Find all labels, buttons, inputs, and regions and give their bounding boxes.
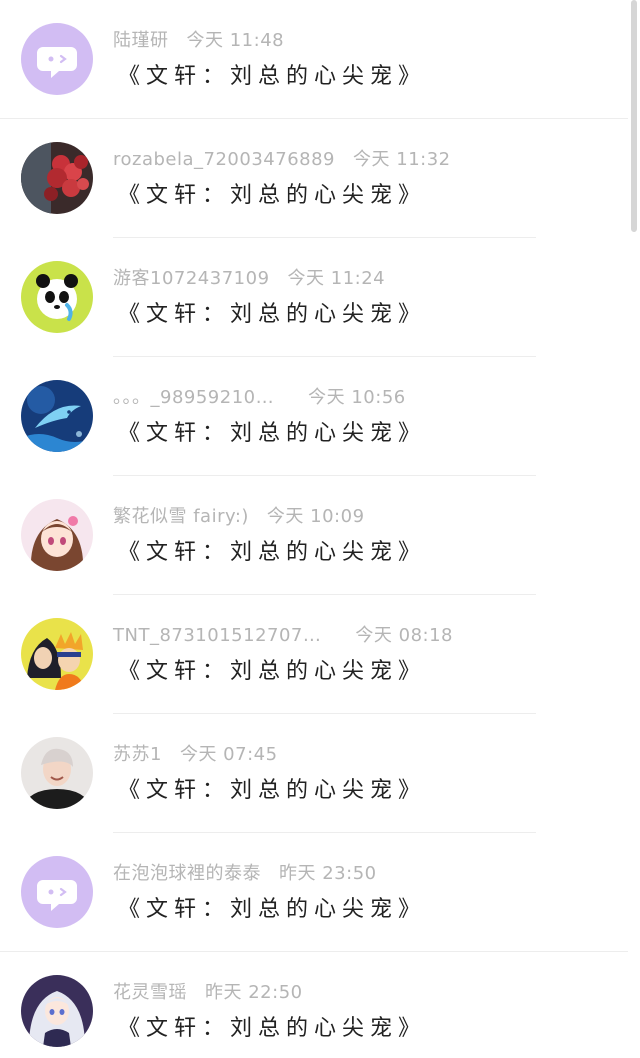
timestamp: 今天 07:45 <box>179 744 278 765</box>
list-item[interactable]: 花灵雪瑶 昨天 22:50 《文轩：刘总的心尖宠》 <box>0 952 628 1058</box>
user-name[interactable]: 陆瑾研 <box>113 26 169 52</box>
book-title[interactable]: 《文轩：刘总的心尖宠》 <box>118 58 426 92</box>
list-item[interactable]: rozabela_72003476889 今天 11:32 《文轩：刘总的心尖宠》 <box>0 119 628 238</box>
timestamp: 昨天 22:50 <box>205 982 303 1003</box>
timestamp: 今天 11:32 <box>353 149 451 170</box>
list-item[interactable]: 繁花似雪 fairy:) 今天 10:09 《文轩：刘总的心尖宠》 <box>0 476 628 595</box>
comment-meta: 陆瑾研 今天 11:48 <box>113 26 285 52</box>
user-name[interactable]: 游客1072437109 <box>113 264 270 290</box>
comment-meta: rozabela_72003476889 今天 11:32 <box>113 145 451 170</box>
timestamp: 今天 11:24 <box>287 268 386 289</box>
comment-meta: 苏苏1 今天 07:45 <box>113 740 278 766</box>
book-title[interactable]: 《文轩：刘总的心尖宠》 <box>118 177 426 211</box>
avatar[interactable] <box>21 499 93 571</box>
book-title[interactable]: 《文轩：刘总的心尖宠》 <box>118 534 426 568</box>
book-title[interactable]: 《文轩：刘总的心尖宠》 <box>118 891 426 925</box>
list-item[interactable]: 游客1072437109 今天 11:24 《文轩：刘总的心尖宠》 <box>0 238 628 357</box>
anime-princess <box>21 975 93 1047</box>
scrollbar[interactable] <box>631 0 637 232</box>
user-name[interactable]: TNT_873101512707… <box>113 625 321 646</box>
chat-bubble-icon <box>21 23 93 95</box>
comment-meta: 繁花似雪 fairy:) 今天 10:09 <box>113 502 365 528</box>
avatar[interactable] <box>21 737 93 809</box>
list-item[interactable]: 。。。_98959210… 今天 10:56 《文轩：刘总的心尖宠》 <box>0 357 628 476</box>
avatar[interactable] <box>21 23 93 95</box>
comment-meta: 在泡泡球裡的泰泰 昨天 23:50 <box>113 859 377 885</box>
dolphin-art <box>21 380 93 452</box>
comment-meta: 游客1072437109 今天 11:24 <box>113 264 386 290</box>
anime-duo <box>21 618 93 690</box>
chat-bubble-icon <box>21 856 93 928</box>
anime-girl <box>21 499 93 571</box>
user-name[interactable]: 苏苏1 <box>113 740 162 766</box>
timestamp: 今天 08:18 <box>355 625 453 646</box>
user-name[interactable]: 在泡泡球裡的泰泰 <box>113 859 261 885</box>
timestamp: 昨天 23:50 <box>279 863 377 884</box>
list-item[interactable]: 陆瑾研 今天 11:48 《文轩：刘总的心尖宠》 <box>0 0 628 119</box>
book-title[interactable]: 《文轩：刘总的心尖宠》 <box>118 772 426 806</box>
book-title[interactable]: 《文轩：刘总的心尖宠》 <box>118 1010 426 1044</box>
comment-meta: 花灵雪瑶 昨天 22:50 <box>113 978 303 1004</box>
list-item[interactable]: 苏苏1 今天 07:45 《文轩：刘总的心尖宠》 <box>0 714 628 833</box>
timestamp: 今天 11:48 <box>186 30 285 51</box>
avatar[interactable] <box>21 975 93 1047</box>
book-title[interactable]: 《文轩：刘总的心尖宠》 <box>118 296 426 330</box>
avatar[interactable] <box>21 618 93 690</box>
timestamp: 今天 10:09 <box>266 506 365 527</box>
flower-photo <box>21 142 93 214</box>
list-item[interactable]: TNT_873101512707… 今天 08:18 《文轩：刘总的心尖宠》 <box>0 595 628 714</box>
comment-meta: 。。。_98959210… 今天 10:56 <box>113 383 406 409</box>
user-name[interactable]: rozabela_72003476889 <box>113 149 335 170</box>
avatar[interactable] <box>21 142 93 214</box>
panda-cartoon <box>21 261 93 333</box>
avatar[interactable] <box>21 380 93 452</box>
book-title[interactable]: 《文轩：刘总的心尖宠》 <box>118 415 426 449</box>
timestamp: 今天 10:56 <box>308 387 406 408</box>
person-photo <box>21 737 93 809</box>
user-name[interactable]: 。。。_98959210… <box>113 383 274 409</box>
user-name[interactable]: 花灵雪瑶 <box>113 978 187 1004</box>
avatar[interactable] <box>21 261 93 333</box>
comment-list: 陆瑾研 今天 11:48 《文轩：刘总的心尖宠》 rozabela_7200347… <box>0 0 640 1058</box>
book-title[interactable]: 《文轩：刘总的心尖宠》 <box>118 653 426 687</box>
comment-meta: TNT_873101512707… 今天 08:18 <box>113 621 453 646</box>
list-item[interactable]: 在泡泡球裡的泰泰 昨天 23:50 《文轩：刘总的心尖宠》 <box>0 833 628 952</box>
user-name[interactable]: 繁花似雪 fairy:) <box>113 502 249 528</box>
avatar[interactable] <box>21 856 93 928</box>
